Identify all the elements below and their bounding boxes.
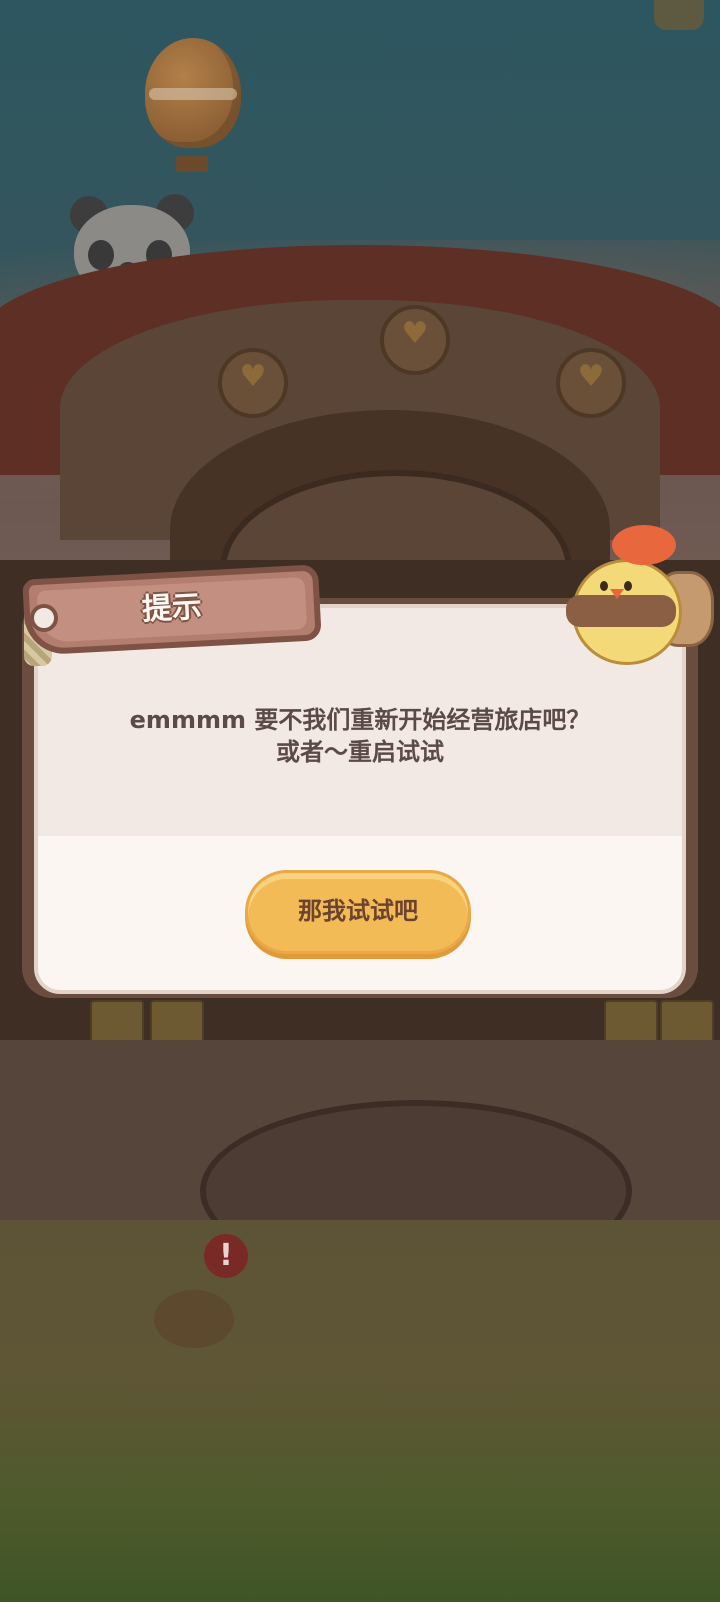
game-screen: ! emmmm 要不我们重新开始经营旅店吧？ 或者～重启试试 提示 那我试试吧: [0, 0, 720, 1602]
dialog-title: 提示: [141, 589, 203, 628]
dialog-message-line2: 或者～重启试试: [276, 738, 444, 766]
chick-bow: [612, 525, 676, 565]
dialog-message: emmmm 要不我们重新开始经营旅店吧？ 或者～重启试试: [38, 704, 682, 768]
chick-mascot: [560, 525, 714, 665]
chick-eye-right: [624, 581, 632, 591]
dialog-title-tag: 提示: [22, 564, 322, 656]
confirm-button[interactable]: 那我试试吧: [245, 870, 471, 954]
dialog-message-line1: emmmm 要不我们重新开始经营旅店吧？: [129, 706, 591, 734]
chick-eye-left: [600, 581, 608, 591]
tag-ring-icon: [30, 604, 58, 632]
chick-scarf: [566, 595, 676, 627]
chick-beak: [610, 589, 624, 599]
